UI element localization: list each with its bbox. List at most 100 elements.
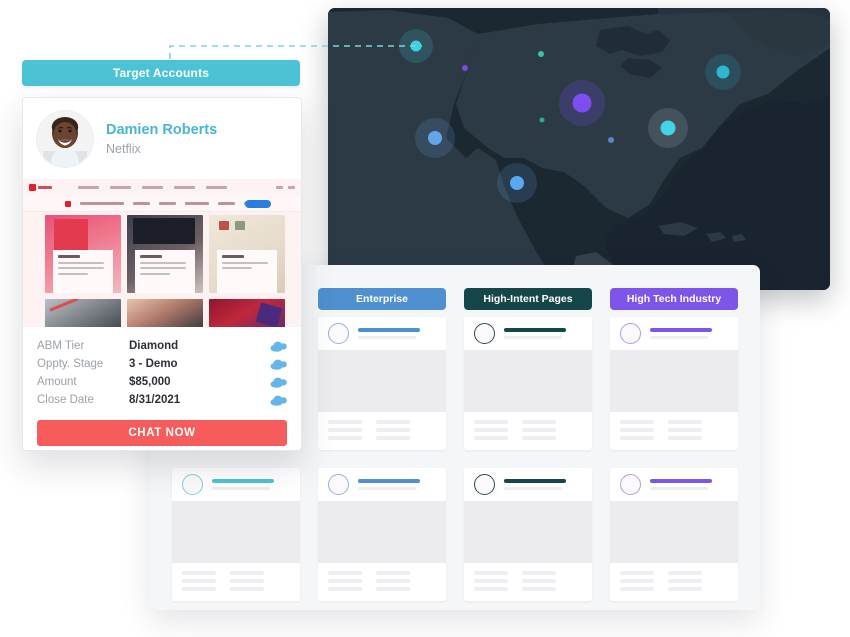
segment-card-lines (358, 328, 436, 339)
segment-card-footer-col (522, 420, 556, 450)
segment-card-header (172, 468, 300, 501)
segment-pill-high-tech-industry[interactable]: High Tech Industry (610, 288, 738, 310)
segment-card-footer-col (328, 420, 362, 450)
segment-card-header (464, 468, 592, 501)
thumbnail-tile (45, 215, 121, 293)
account-field-row: Amount $85,000 (37, 373, 287, 391)
target-accounts-bar[interactable]: Target Accounts (22, 60, 300, 86)
segment-card-footer (610, 412, 738, 450)
account-field-row: ABM Tier Diamond (37, 337, 287, 355)
segment-pill-label: High-Intent Pages (483, 293, 573, 305)
map-dot-core (410, 40, 422, 52)
segment-card-lines (358, 479, 436, 490)
segment-card-footer-col (620, 420, 654, 450)
thumbnail-tile (127, 299, 203, 327)
salesforce-cloud-icon (270, 341, 287, 352)
account-field-key: ABM Tier (37, 340, 85, 352)
account-field-row: Close Date 8/31/2021 (37, 391, 287, 409)
map-dot-core (462, 65, 468, 71)
segment-pill-enterprise[interactable]: Enterprise (318, 288, 446, 310)
account-field-value: Diamond (129, 340, 179, 352)
segment-card-header (610, 468, 738, 501)
segment-card-footer (172, 563, 300, 601)
segment-card-footer-col (522, 571, 556, 601)
segment-card-subtitle-bar (504, 487, 562, 490)
segment-card-footer (464, 563, 592, 601)
segment-card-subtitle-bar (650, 487, 708, 490)
segment-card-footer (464, 412, 592, 450)
segment-card-lines (650, 479, 728, 490)
segment-card[interactable] (610, 317, 738, 450)
segment-card-footer-col (474, 571, 508, 601)
website-thumbnail[interactable] (23, 179, 301, 327)
account-card: Damien Roberts Netflix ABM Tier Diamond … (22, 97, 302, 451)
segment-card-subtitle-bar (358, 336, 416, 339)
segment-card-avatar-icon (182, 474, 203, 495)
segment-card-lines (504, 328, 582, 339)
account-field-key: Close Date (37, 394, 94, 406)
thumbnail-navbar (23, 179, 301, 196)
segment-card-footer-col (328, 571, 362, 601)
chat-now-button[interactable]: CHAT NOW (37, 420, 287, 446)
adobe-logo-icon (29, 184, 36, 191)
thumbnail-tile (45, 299, 121, 327)
account-field-value: 8/31/2021 (129, 394, 181, 406)
thumbnail-tile-row-1 (45, 215, 285, 293)
segment-card-body (464, 501, 592, 563)
segment-card-title-bar (358, 479, 420, 483)
segment-card[interactable] (172, 468, 300, 601)
map-dot-core (716, 65, 730, 79)
segment-card-body (464, 350, 592, 412)
account-identity: Damien Roberts Netflix (106, 122, 217, 156)
thumbnail-nav-right (276, 186, 295, 189)
segment-card[interactable] (318, 468, 446, 601)
thumbnail-subnav (23, 196, 301, 212)
salesforce-cloud-icon (270, 359, 287, 370)
thumbnail-nav-links (78, 186, 227, 189)
segment-card[interactable] (464, 468, 592, 601)
screenshot-stage: Enterprise High-Intent Pages High Tech Ind… (0, 0, 850, 637)
segment-card[interactable] (610, 468, 738, 601)
segment-card-subtitle-bar (504, 336, 562, 339)
map-dot-core (660, 120, 676, 136)
segment-card-footer (610, 563, 738, 601)
segment-card-footer-col (668, 571, 702, 601)
thumbnail-tile-row-2 (45, 299, 285, 327)
account-company: Netflix (106, 141, 141, 156)
segment-card-subtitle-bar (212, 487, 270, 490)
segment-card-footer-col (376, 420, 410, 450)
segment-card-lines (504, 479, 582, 490)
account-fields: ABM Tier Diamond Oppty. Stage 3 - Demo Amoun… (23, 327, 301, 409)
segment-card-title-bar (358, 328, 420, 332)
segment-card-footer-col (230, 571, 264, 601)
thumbnail-tile (209, 215, 285, 293)
account-field-value: 3 - Demo (129, 358, 178, 370)
segment-card-body (172, 501, 300, 563)
segment-card-body (318, 501, 446, 563)
segment-card-avatar-icon (474, 323, 495, 344)
segment-card-title-bar (212, 479, 274, 483)
segment-card-lines (650, 328, 728, 339)
avatar (37, 111, 93, 167)
segment-card-avatar-icon (328, 323, 349, 344)
salesforce-cloud-icon (270, 395, 287, 406)
target-accounts-label: Target Accounts (112, 66, 210, 80)
segment-card-footer (318, 412, 446, 450)
account-field-value: $85,000 (129, 376, 171, 388)
account-name: Damien Roberts (106, 122, 218, 139)
account-field-row: Oppty. Stage 3 - Demo (37, 355, 287, 373)
segment-pill-label: Enterprise (356, 293, 408, 305)
segment-pill-high-intent-pages[interactable]: High-Intent Pages (464, 288, 592, 310)
segment-pill-label: High Tech Industry (626, 293, 722, 305)
segment-card-subtitle-bar (358, 487, 416, 490)
map-dot-core (538, 51, 544, 57)
segment-card-avatar-icon (620, 474, 641, 495)
segment-card[interactable] (318, 317, 446, 450)
segment-card-body (610, 350, 738, 412)
segment-card-footer-col (474, 420, 508, 450)
segment-card-header (610, 317, 738, 350)
product-mark-icon (65, 200, 71, 207)
segment-card-subtitle-bar (650, 336, 708, 339)
segment-card[interactable] (464, 317, 592, 450)
thumbnail-tile (127, 215, 203, 293)
